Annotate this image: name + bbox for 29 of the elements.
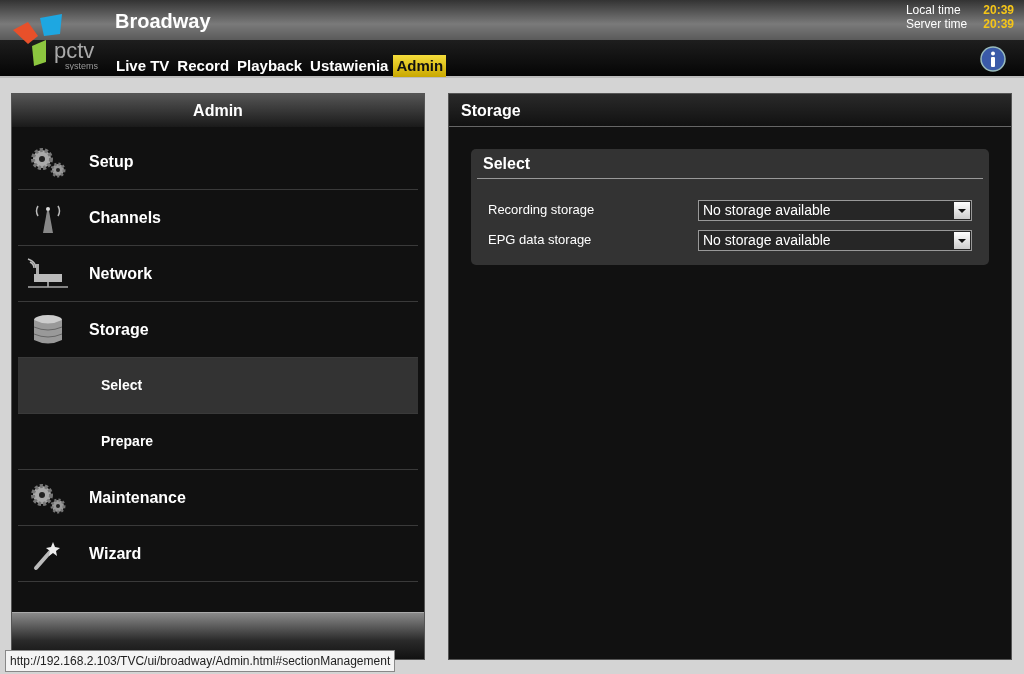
storage-dropdown[interactable]: No storage available	[698, 199, 972, 221]
sidebar-item[interactable]: Setup	[18, 134, 418, 190]
section-title: Select	[477, 149, 983, 179]
panel-title: Admin	[12, 94, 424, 127]
logo: pctv systems	[10, 12, 105, 70]
nav-tab[interactable]: Live TV	[113, 55, 173, 77]
sidebar-item[interactable]: Wizard	[18, 526, 418, 582]
clock-time: 20:39	[983, 17, 1014, 31]
clock-label: Server time	[905, 17, 968, 31]
field-label: Recording storage	[488, 201, 596, 220]
sidebar-item[interactable]: Network	[18, 246, 418, 302]
field-label: EPG data storage	[488, 231, 593, 250]
clock-label: Local time	[905, 3, 961, 17]
storage-dropdown[interactable]: No storage available	[698, 229, 972, 251]
caret-icon	[954, 231, 970, 249]
info-icon[interactable]	[980, 46, 1006, 72]
nav-tab[interactable]: Admin	[393, 55, 447, 77]
sidebar-item[interactable]: Select	[18, 358, 418, 414]
app-title: Broadway	[115, 9, 211, 33]
nav-tab[interactable]: Ustawienia	[307, 55, 392, 77]
sidebar-item[interactable]: Channels	[18, 190, 418, 246]
caret-icon	[954, 201, 970, 219]
panel-title: Storage	[449, 94, 1011, 127]
sidebar-item[interactable]: Prepare	[18, 414, 418, 470]
clock-time: 20:39	[983, 3, 1014, 17]
sidebar-item[interactable]: Maintenance	[18, 470, 418, 526]
nav-tab[interactable]: Playback	[234, 55, 306, 77]
status-url: http://192.168.2.103/TVC/ui/broadway/Admin.html#sectionManagement	[5, 650, 396, 672]
nav-tab[interactable]: Record	[174, 55, 233, 77]
